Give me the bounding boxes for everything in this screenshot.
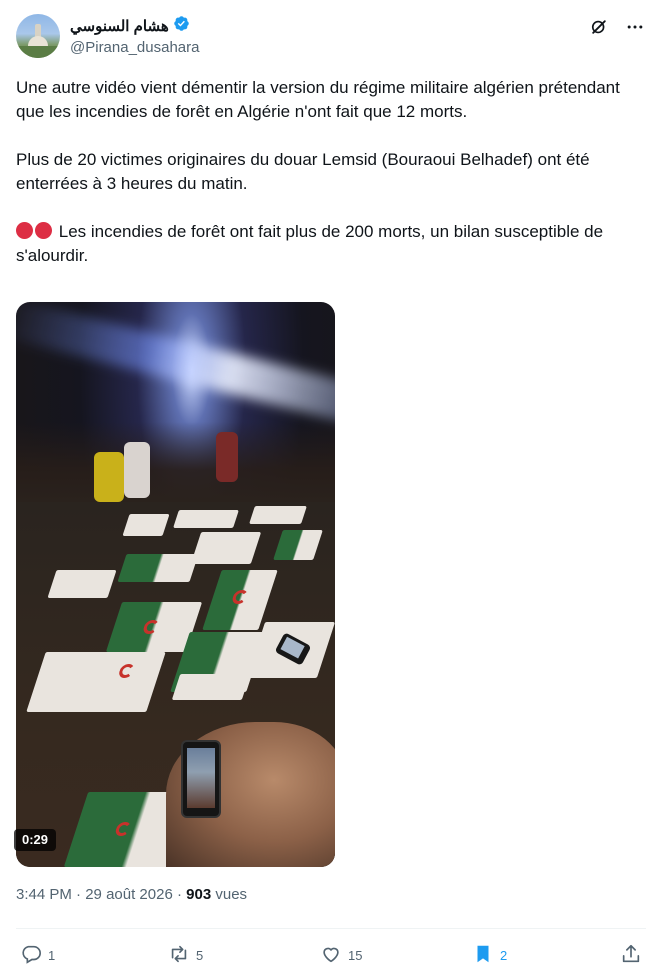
tweet-date[interactable]: 29 août 2026 [85,886,173,903]
repost-icon [168,943,190,968]
verified-badge-icon [173,15,190,37]
grok-icon[interactable] [588,16,610,38]
views-count: 903 [186,886,212,903]
like-count: 15 [348,947,363,963]
tweet-paragraph: Plus de 20 victimes originaires du douar… [16,150,590,193]
divider [16,928,646,929]
reply-icon [20,943,42,968]
tweet-meta: 3:44 PM · 29 août 2026 · 903 vues [16,886,247,903]
reply-button[interactable]: 1 [20,940,55,970]
heart-icon [320,943,342,968]
tweet-text: Une autre vidéo vient démentir la versio… [16,76,646,268]
video-duration-badge: 0:29 [14,829,57,851]
action-bar: 1 5 15 2 [16,940,646,970]
share-button[interactable] [620,940,642,970]
more-options-icon[interactable] [624,16,646,38]
author-display-name[interactable]: هشام السنوسي [70,17,169,35]
meta-separator: · [76,886,82,903]
share-icon [620,943,642,968]
tweet-paragraph: Les incendies de forêt ont fait plus de … [16,222,604,265]
meta-separator: · [176,886,182,903]
author-names: هشام السنوسي @Pirana_dusahara [70,16,199,56]
bookmark-count: 2 [500,947,508,963]
repost-button[interactable]: 5 [168,940,203,970]
reply-count: 1 [48,947,56,963]
tweet-paragraph-with-emoji: Les incendies de forêt ont fait plus de … [16,220,646,268]
red-circle-emoji-icon [16,222,33,239]
red-circle-emoji-icon [35,222,52,239]
bookmark-icon [472,943,494,968]
tweet-time[interactable]: 3:44 PM [16,886,72,903]
views-label: vues [215,886,248,903]
tweet-header: هشام السنوسي @Pirana_dusahara [16,14,646,60]
video-player[interactable] [16,302,335,867]
avatar[interactable] [16,14,60,58]
bookmark-button[interactable]: 2 [472,940,507,970]
like-button[interactable]: 15 [320,940,362,970]
author-handle[interactable]: @Pirana_dusahara [70,39,199,56]
repost-count: 5 [196,947,204,963]
tweet-paragraph: Une autre vidéo vient démentir la versio… [16,78,620,121]
